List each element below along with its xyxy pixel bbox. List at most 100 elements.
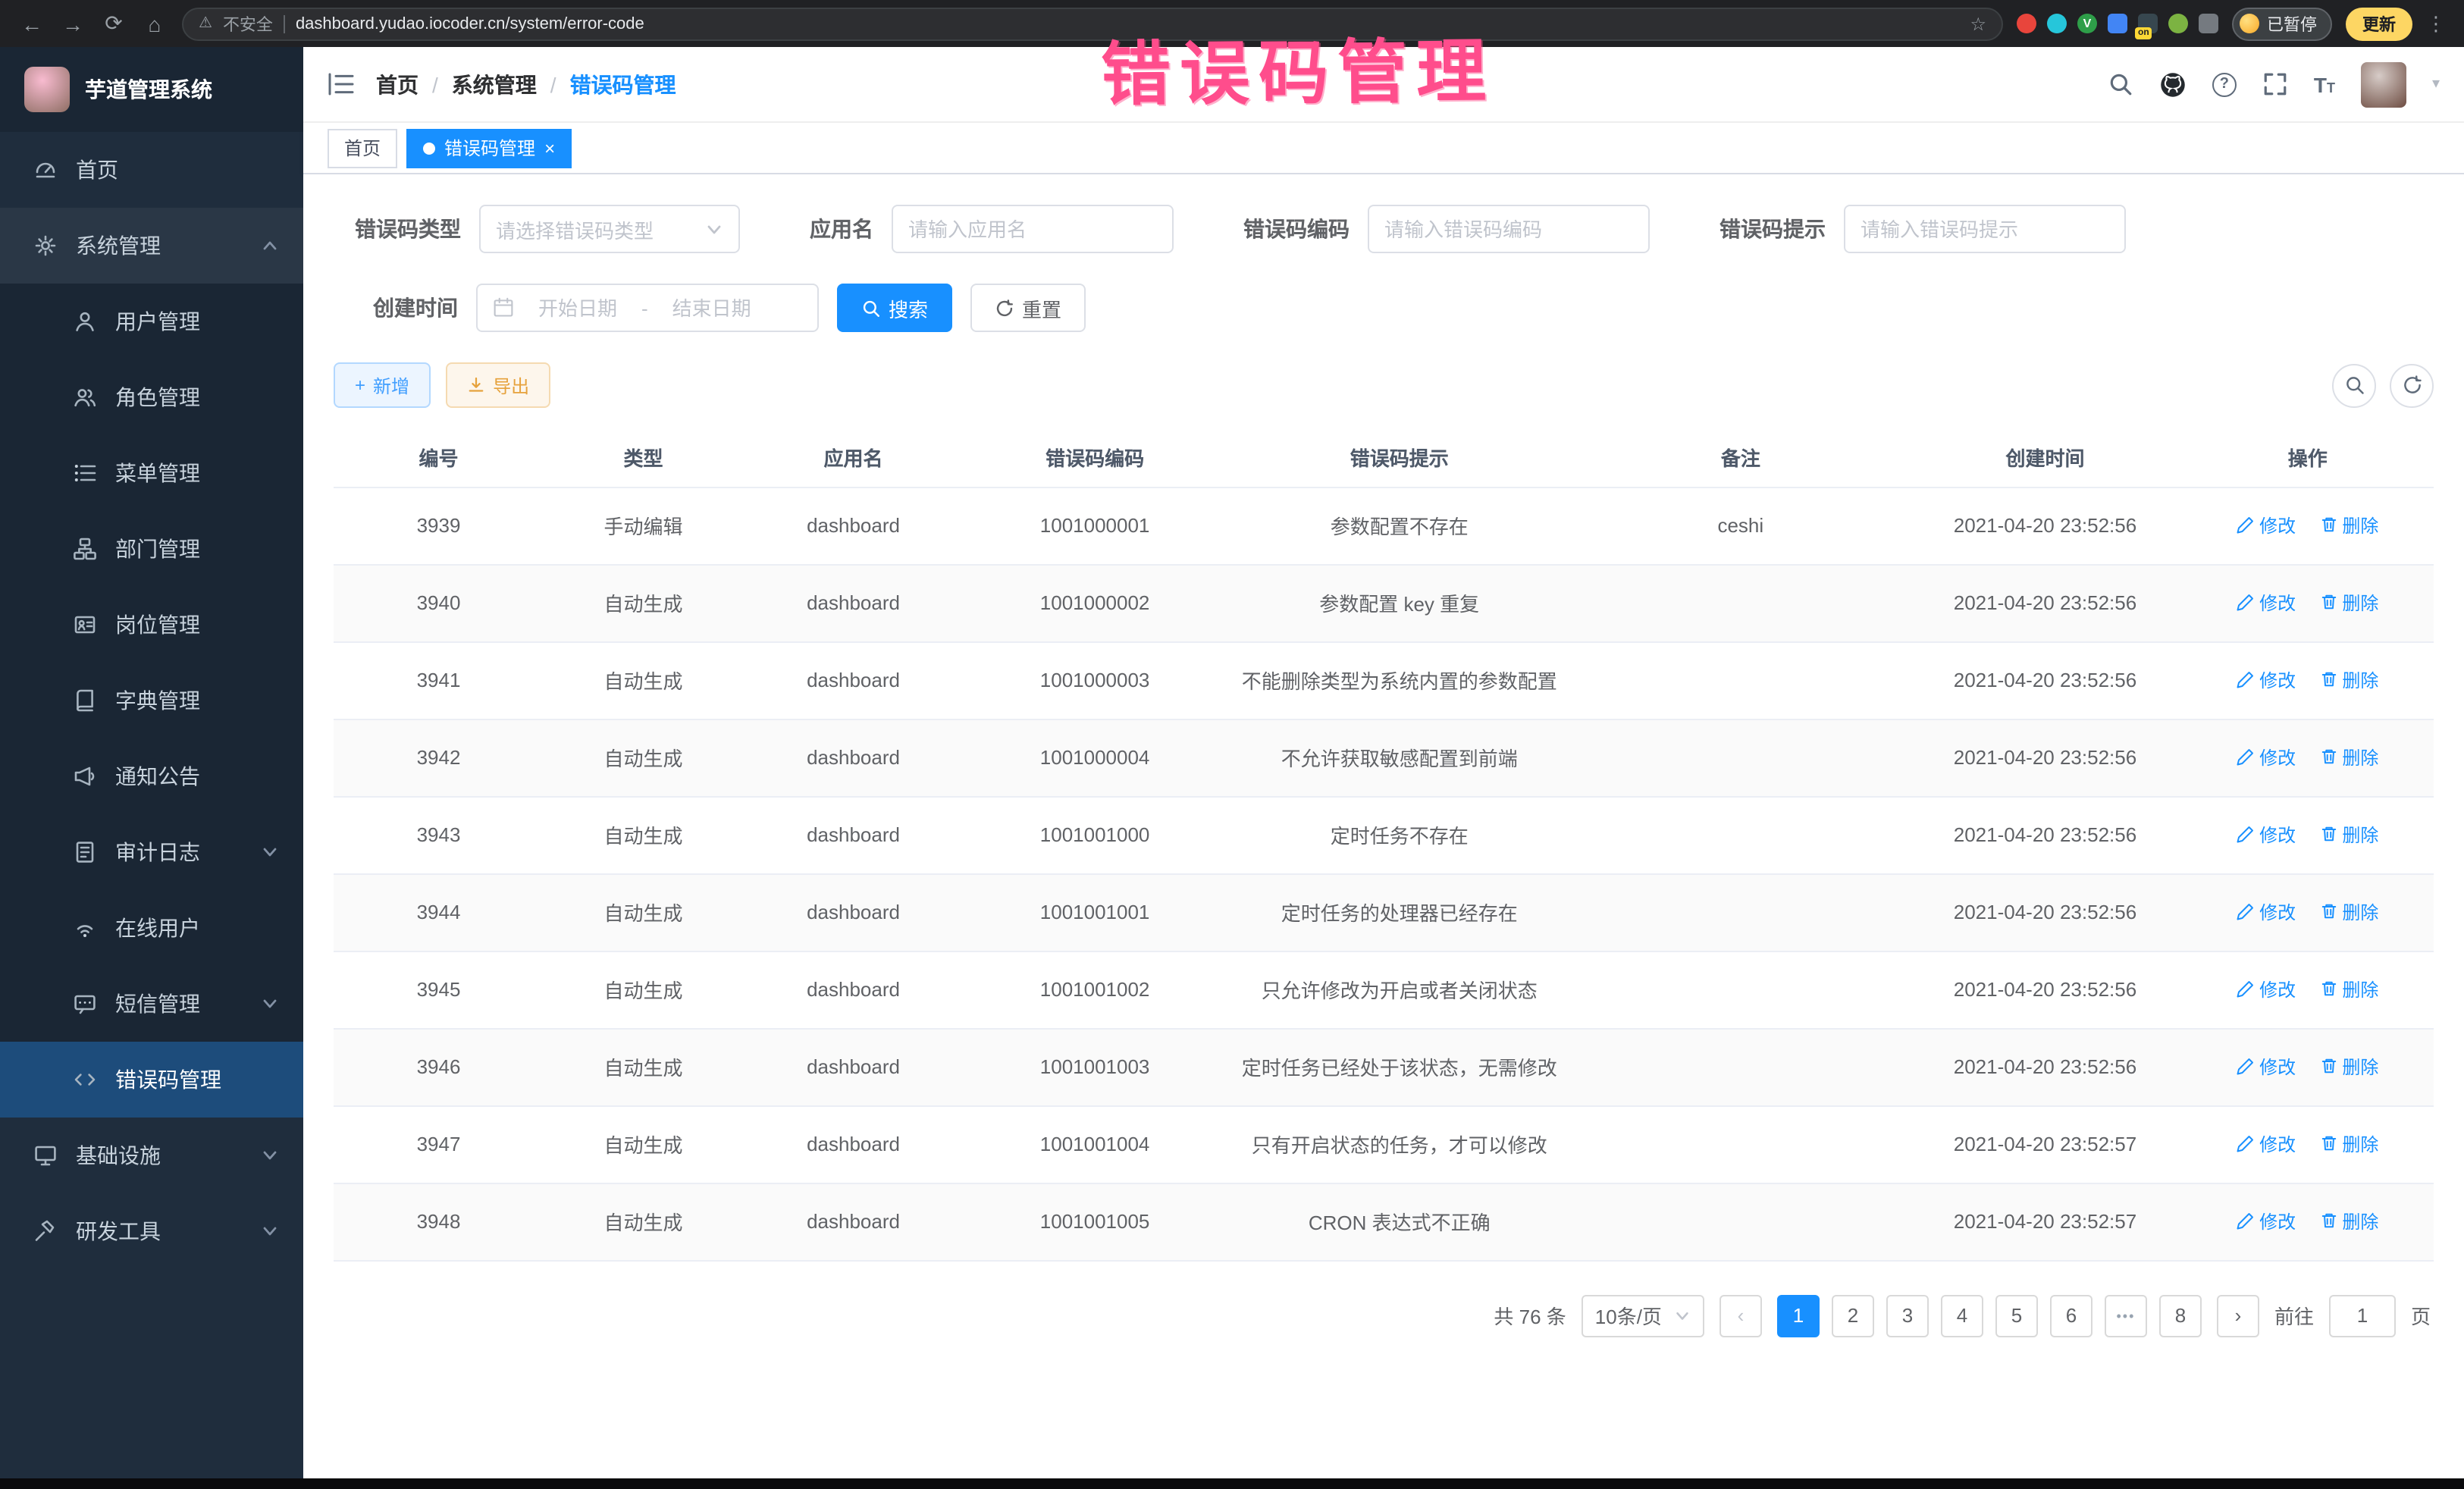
sidebar-item-dictionary[interactable]: 字典管理 [0, 663, 303, 738]
pager-page-3[interactable]: 3 [1886, 1294, 1929, 1337]
browser-forward-icon[interactable]: → [59, 11, 86, 36]
date-range-picker[interactable]: - [476, 284, 819, 332]
pager-page-2[interactable]: 2 [1832, 1294, 1874, 1337]
reset-button[interactable]: 重置 [970, 284, 1086, 332]
delete-link[interactable]: 删除 [2319, 899, 2378, 925]
breadcrumb-system[interactable]: 系统管理 [452, 69, 537, 99]
sidebar-item-menus[interactable]: 菜单管理 [0, 435, 303, 511]
edit-link[interactable]: 修改 [2237, 513, 2296, 538]
edit-link[interactable]: 修改 [2237, 590, 2296, 616]
sidebar-item-positions[interactable]: 岗位管理 [0, 587, 303, 663]
pager-page-5[interactable]: 5 [1995, 1294, 2038, 1337]
cell-time: 2021-04-20 23:52:56 [1908, 641, 2181, 719]
pager-prev-button[interactable]: ‹ [1719, 1294, 1762, 1337]
delete-link[interactable]: 删除 [2319, 1131, 2378, 1157]
font-size-icon[interactable]: TT [2314, 74, 2335, 95]
error-hint-input[interactable] [1861, 218, 2109, 240]
start-date-input[interactable] [523, 296, 632, 319]
delete-link[interactable]: 删除 [2319, 744, 2378, 770]
delete-link[interactable]: 删除 [2319, 667, 2378, 693]
user-avatar[interactable] [2361, 61, 2406, 107]
main-area: 首页 / 系统管理 / 错误码管理 ? TT ▾ [303, 47, 2464, 1478]
cell-remark: ceshi [1572, 487, 1908, 564]
sidebar-item-departments[interactable]: 部门管理 [0, 511, 303, 587]
delete-link[interactable]: 删除 [2319, 976, 2378, 1002]
error-code-input[interactable] [1384, 218, 1633, 240]
delete-link[interactable]: 删除 [2319, 1054, 2378, 1080]
sidebar-item-system[interactable]: 系统管理 [0, 208, 303, 284]
sidebar-item-sms[interactable]: 短信管理 [0, 966, 303, 1042]
edit-link[interactable]: 修改 [2237, 899, 2296, 925]
sidebar-item-dev-tools[interactable]: 研发工具 [0, 1193, 303, 1269]
delete-link[interactable]: 删除 [2319, 513, 2378, 538]
edit-link[interactable]: 修改 [2237, 1131, 2296, 1157]
pager-page-6[interactable]: 6 [2050, 1294, 2093, 1337]
breadcrumb-home[interactable]: 首页 [376, 69, 419, 99]
sidebar-item-home[interactable]: 首页 [0, 132, 303, 208]
sidebar-item-announcements[interactable]: 通知公告 [0, 738, 303, 814]
edit-link[interactable]: 修改 [2237, 1208, 2296, 1234]
filter-app-name: 应用名 [810, 205, 1174, 253]
avatar-caret-icon[interactable]: ▾ [2432, 76, 2440, 92]
total-count-label: 共 76 条 [1494, 1301, 1566, 1330]
help-icon[interactable]: ? [2212, 72, 2237, 96]
extension-icon[interactable]: on [2138, 14, 2158, 33]
delete-link[interactable]: 删除 [2319, 590, 2378, 616]
browser-menu-icon[interactable]: ⋮ [2426, 11, 2446, 36]
pager-page-1[interactable]: 1 [1777, 1294, 1820, 1337]
sidebar-item-error-code[interactable]: 错误码管理 [0, 1042, 303, 1118]
error-code-label: 错误码编码 [1243, 214, 1350, 244]
toggle-search-button[interactable] [2332, 363, 2376, 407]
edit-link[interactable]: 修改 [2237, 667, 2296, 693]
error-type-select[interactable]: 请选择错误码类型 [479, 205, 740, 253]
edit-link[interactable]: 修改 [2237, 822, 2296, 848]
sidebar-toggle-icon[interactable] [328, 73, 355, 96]
sidebar-item-infrastructure[interactable]: 基础设施 [0, 1118, 303, 1193]
edit-link[interactable]: 修改 [2237, 976, 2296, 1002]
bookmark-star-icon[interactable]: ☆ [1970, 13, 1986, 34]
question-glyph: ? [2220, 76, 2229, 92]
goto-page-input[interactable] [2329, 1294, 2396, 1337]
tab-error-code[interactable]: 错误码管理 × [406, 128, 572, 168]
browser-home-icon[interactable]: ⌂ [141, 11, 168, 36]
export-button[interactable]: 导出 [446, 362, 550, 408]
fullscreen-icon[interactable] [2262, 71, 2288, 97]
add-button[interactable]: + 新增 [334, 362, 431, 408]
tools-icon [33, 1219, 58, 1243]
browser-back-icon[interactable]: ← [18, 11, 45, 36]
extension-icon[interactable] [2108, 14, 2127, 33]
delete-link[interactable]: 删除 [2319, 822, 2378, 848]
github-icon[interactable] [2159, 71, 2187, 98]
sidebar-item-users[interactable]: 用户管理 [0, 284, 303, 359]
extension-icon[interactable] [2168, 14, 2188, 33]
add-button-label: 新增 [373, 372, 409, 398]
profile-chip[interactable]: 已暂停 [2232, 7, 2332, 40]
extension-icon[interactable]: V [2077, 14, 2097, 33]
extension-icon[interactable] [2017, 14, 2036, 33]
search-icon[interactable] [2108, 71, 2133, 97]
pager-ellipsis[interactable]: ••• [2105, 1294, 2147, 1337]
sidebar-item-label: 在线用户 [115, 913, 200, 943]
delete-link[interactable]: 删除 [2319, 1208, 2378, 1234]
sidebar-item-roles[interactable]: 角色管理 [0, 359, 303, 435]
browser-reload-icon[interactable]: ⟳ [100, 11, 127, 36]
tab-home[interactable]: 首页 [328, 128, 397, 168]
refresh-table-button[interactable] [2390, 363, 2434, 407]
pager-page-4[interactable]: 4 [1941, 1294, 1983, 1337]
pager-page-8[interactable]: 8 [2159, 1294, 2202, 1337]
page-size-select[interactable]: 10条/页 [1582, 1294, 1704, 1337]
extension-icon[interactable] [2199, 14, 2218, 33]
sidebar-item-audit-log[interactable]: 审计日志 [0, 814, 303, 890]
sidebar-item-label: 错误码管理 [115, 1064, 221, 1095]
sidebar-item-online-users[interactable]: 在线用户 [0, 890, 303, 966]
browser-update-button[interactable]: 更新 [2346, 7, 2412, 40]
edit-link[interactable]: 修改 [2237, 744, 2296, 770]
search-button[interactable]: 搜索 [837, 284, 952, 332]
app-name-input[interactable] [908, 218, 1157, 240]
extension-icon[interactable] [2047, 14, 2067, 33]
end-date-input[interactable] [657, 296, 766, 319]
tab-close-icon[interactable]: × [544, 139, 555, 157]
edit-link[interactable]: 修改 [2237, 1054, 2296, 1080]
pager-next-button[interactable]: › [2217, 1294, 2259, 1337]
address-bar[interactable]: ⚠ 不安全 dashboard.yudao.iocoder.cn/system/… [182, 7, 2003, 40]
